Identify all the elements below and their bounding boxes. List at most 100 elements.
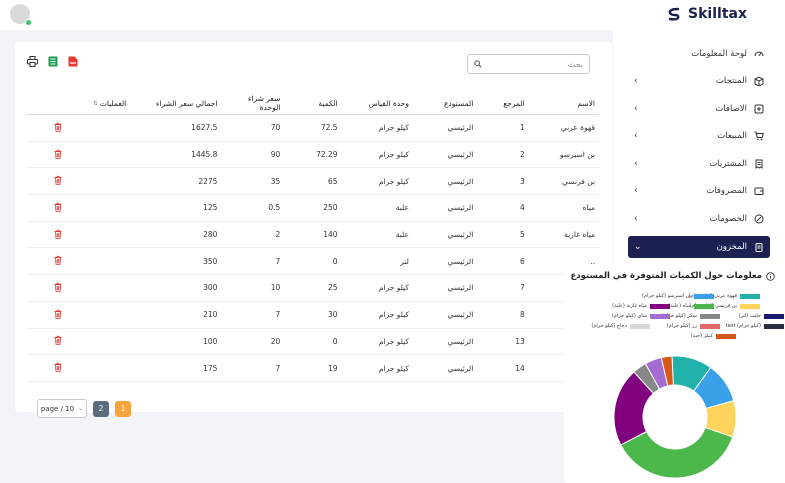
trash-icon[interactable]	[53, 362, 63, 372]
cell-warehouse: الرئيسي	[412, 328, 478, 356]
trash-icon[interactable]	[53, 202, 63, 212]
trash-icon[interactable]	[53, 309, 63, 319]
print-icon[interactable]	[27, 56, 38, 67]
doughnut-chart	[613, 355, 737, 479]
warehouse-chart-panel: معلومات حول الكميات المتوفرة في المستودع…	[564, 265, 785, 483]
table-row: مياه غازية 5 الرئيسي علبة 140 2 280	[27, 221, 599, 249]
receipt-icon	[755, 159, 763, 169]
chevron-left-icon: ‹	[634, 131, 638, 142]
cell-total: 1445.8	[130, 141, 222, 169]
cell-ref: 2	[477, 141, 529, 169]
trash-icon[interactable]	[53, 229, 63, 239]
page-button-1[interactable]: 1	[115, 400, 131, 417]
col-unit[interactable]: وحدة القياس	[341, 92, 413, 115]
cell-name: مياه غازية	[528, 221, 599, 249]
col-unit-price[interactable]: سعر شراء الوحدة	[221, 92, 285, 115]
table-row: .. 6 الرئيسي لتر 0 7 350	[27, 247, 599, 276]
online-status-dot	[25, 19, 32, 26]
page-size-select[interactable]: page / 10 ⌄	[37, 399, 87, 418]
col-ops[interactable]: ⇅ العمليات	[27, 92, 131, 115]
cell-warehouse: الرئيسي	[412, 301, 478, 329]
cell-ref: 4	[477, 194, 529, 222]
cell-ref: 13	[477, 328, 529, 356]
cell-unit_price: 90	[221, 141, 285, 169]
search-input[interactable]: بحث	[467, 54, 590, 74]
wallet-icon	[754, 187, 764, 196]
cell-ref: 6	[477, 247, 529, 276]
brand-logo[interactable]: Skilltax	[666, 6, 747, 22]
sidebar-item-3[interactable]: ‹ الاضافات	[628, 95, 770, 123]
sort-icon: ⇅	[92, 99, 98, 107]
sidebar-item-4[interactable]: ‹ المبيعات	[628, 123, 770, 151]
cell-ops	[27, 274, 131, 302]
cell-ref: 8	[477, 301, 529, 329]
chevron-left-icon: ‹	[634, 103, 638, 114]
cell-total: 350	[130, 247, 222, 276]
search-icon	[474, 60, 482, 68]
cell-unit: كيلو جرام	[341, 274, 413, 302]
sidebar-item-7[interactable]: ‹ الخصومات	[628, 205, 770, 233]
cell-warehouse: الرئيسي	[412, 167, 478, 196]
plus-square-icon	[754, 104, 764, 114]
col-name[interactable]: الاسم	[528, 92, 599, 115]
col-ref[interactable]: المرجع	[477, 92, 529, 115]
page-button-2[interactable]: 2	[93, 400, 109, 417]
cell-unit: كيلو جرام	[341, 114, 413, 142]
cell-warehouse: الرئيسي	[412, 194, 478, 222]
cell-total: 175	[130, 354, 222, 382]
brand-name: Skilltax	[688, 6, 747, 22]
sidebar-item-label: المنتجات	[715, 76, 747, 87]
cell-unit: كيلو جرام	[341, 354, 413, 382]
sidebar-item-label: المصروفات	[706, 186, 747, 197]
trash-icon[interactable]	[53, 335, 63, 346]
cell-name: قهوة عربي	[528, 114, 599, 142]
cell-ops	[27, 167, 131, 196]
col-warehouse[interactable]: المستودع	[412, 92, 478, 115]
cell-ops	[27, 194, 131, 222]
cell-ref: 7	[477, 274, 529, 302]
trash-icon[interactable]	[53, 175, 63, 185]
cell-warehouse: الرئيسي	[412, 141, 478, 169]
sidebar-item-8[interactable]: ⌄ المخزون	[628, 235, 770, 258]
chevron-left-icon: ‹	[634, 158, 638, 169]
trash-icon[interactable]	[53, 149, 63, 159]
chevron-left-icon: ‹	[634, 213, 638, 224]
chevron-left-icon: ‹	[634, 76, 638, 87]
cell-warehouse: الرئيسي	[412, 221, 478, 249]
export-toolbar	[27, 56, 78, 67]
sidebar-item-1[interactable]: لوحة المعلومات	[628, 40, 770, 68]
cell-unit_price: 7	[221, 247, 285, 276]
sidebar-item-5[interactable]: ‹ المشتريات	[628, 150, 770, 178]
dashboard-icon	[754, 51, 764, 57]
search-placeholder: بحث	[567, 59, 583, 69]
table-row: بن اسبرسو 2 الرئيسي كيلو جرام 72.29 90 1445.8	[27, 141, 599, 169]
cell-unit: كيلو جرام	[341, 167, 413, 196]
inventory-card: بحث الاسم المرجع المستودع وحدة القياس ال…	[15, 42, 612, 418]
trash-icon[interactable]	[53, 255, 63, 266]
sidebar-item-6[interactable]: ‹ المصروفات	[628, 178, 770, 206]
cell-unit: كيلو جرام	[341, 328, 413, 356]
sidebar-item-label: الاضافات	[715, 103, 747, 114]
clipboard-icon	[755, 242, 763, 252]
cell-ref: 14	[477, 354, 529, 382]
col-total[interactable]: اجمالي سعر الشراء	[130, 92, 222, 115]
cell-qty: 65	[284, 167, 342, 196]
cell-total: 280	[130, 221, 222, 249]
trash-icon[interactable]	[53, 282, 63, 292]
col-qty[interactable]: الكمية	[284, 92, 342, 115]
cell-qty: 250	[284, 194, 342, 222]
table-row: 7 الرئيسي كيلو جرام 25 10 300	[27, 274, 599, 302]
table-row: 8 الرئيسي كيلو جرام 30 7 210	[27, 301, 599, 329]
table-row: مياه 4 الرئيسي علبة 250 0.5 125	[27, 194, 599, 222]
cell-warehouse: الرئيسي	[412, 247, 478, 276]
cell-unit_price: 2	[221, 221, 285, 249]
pdf-export-icon[interactable]	[68, 56, 78, 67]
cell-total: 100	[130, 328, 222, 356]
excel-export-icon[interactable]	[48, 56, 58, 67]
cell-qty: 30	[284, 301, 342, 329]
sidebar-item-2[interactable]: ‹ المنتجات	[628, 68, 770, 96]
trash-icon[interactable]	[53, 122, 63, 132]
cell-ops	[27, 328, 131, 356]
box-icon	[754, 76, 764, 87]
avatar[interactable]	[10, 4, 32, 26]
